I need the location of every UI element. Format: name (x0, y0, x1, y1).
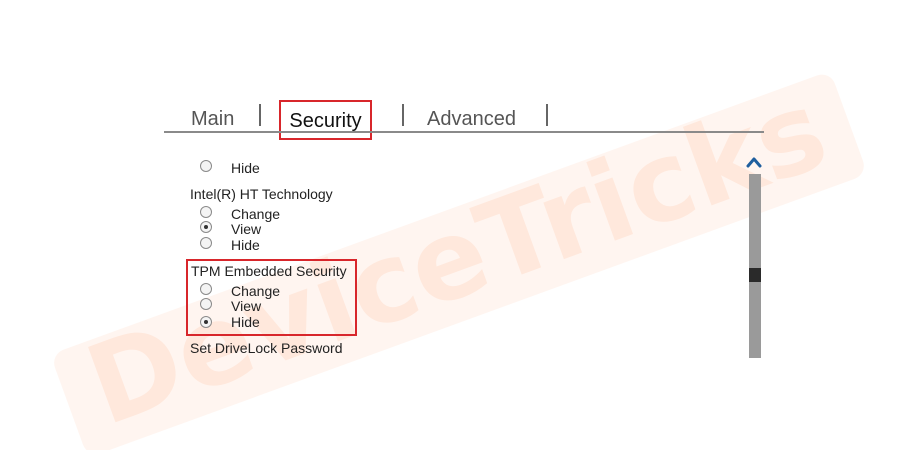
tab-separator (402, 104, 404, 126)
radio-tpm-view[interactable] (200, 298, 212, 310)
option-ht-hide-label[interactable]: Hide (231, 237, 260, 253)
radio-ht-hide[interactable] (200, 237, 212, 249)
tab-bar: Main Security Advanced (164, 100, 764, 140)
option-tpm-view-label[interactable]: View (231, 298, 261, 314)
setting-ht-technology-label: Intel(R) HT Technology (190, 186, 333, 202)
tab-security[interactable]: Security (279, 100, 372, 140)
radio-ht-view[interactable] (200, 221, 212, 233)
scroll-up-button[interactable] (745, 154, 763, 170)
watermark-logo: DeviceTricks (54, 65, 864, 450)
option-ht-view-label[interactable]: View (231, 221, 261, 237)
option-tpm-hide-label[interactable]: Hide (231, 314, 260, 330)
tab-separator (546, 104, 548, 126)
option-ht-change-label[interactable]: Change (231, 206, 280, 222)
setting-drivelock-label[interactable]: Set DriveLock Password (190, 340, 343, 356)
tab-separator (259, 104, 261, 126)
scrollbar-track[interactable] (749, 174, 761, 358)
chevron-up-icon (746, 157, 762, 168)
bios-security-page: DeviceTricks Main Security Advanced Hide… (0, 0, 900, 450)
radio-partial-hide[interactable] (200, 160, 212, 172)
scrollbar-thumb[interactable] (749, 268, 761, 282)
radio-tpm-hide[interactable] (200, 316, 212, 328)
option-tpm-change-label[interactable]: Change (231, 283, 280, 299)
setting-tpm-security-label: TPM Embedded Security (191, 263, 347, 279)
radio-tpm-change[interactable] (200, 283, 212, 295)
option-partial-hide-label[interactable]: Hide (231, 160, 260, 176)
tab-underline-divider (164, 131, 764, 133)
radio-ht-change[interactable] (200, 206, 212, 218)
